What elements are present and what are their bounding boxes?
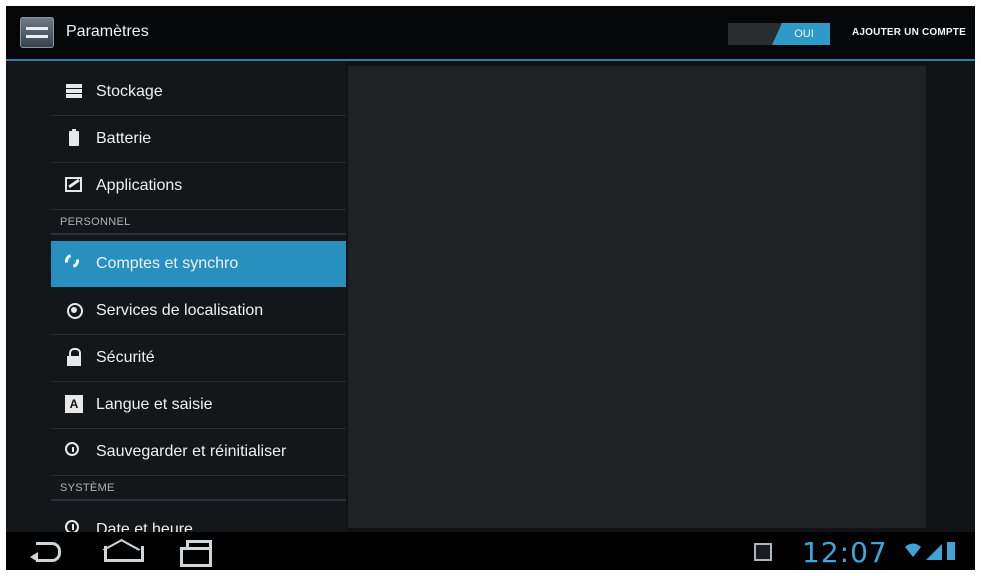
list-item-language[interactable]: A Langue et saisie xyxy=(51,382,346,429)
gallery-notification-icon[interactable] xyxy=(754,543,772,561)
list-item-label: Sécurité xyxy=(96,349,155,366)
wifi-icon xyxy=(905,543,921,557)
list-item-storage[interactable]: Stockage xyxy=(51,69,346,116)
recent-apps-button[interactable] xyxy=(180,540,212,567)
right-gutter xyxy=(929,61,975,532)
sync-icon xyxy=(62,251,82,271)
back-button[interactable] xyxy=(30,540,62,562)
add-account-button[interactable]: AJOUTER UN COMPTE xyxy=(852,27,966,38)
list-item-label: Langue et saisie xyxy=(96,396,213,413)
section-header-system: SYSTÈME xyxy=(60,482,115,494)
list-item-label: Sauvegarder et réinitialiser xyxy=(96,443,287,460)
battery-status-icon xyxy=(947,542,955,560)
status-clock[interactable]: 12:07 xyxy=(802,536,888,569)
backup-restore-icon xyxy=(65,442,79,456)
list-item-backup-reset[interactable]: Sauvegarder et réinitialiser xyxy=(51,429,346,476)
storage-icon xyxy=(65,82,83,100)
sync-toggle[interactable]: OUI xyxy=(728,23,830,45)
language-icon: A xyxy=(65,395,83,413)
home-button[interactable] xyxy=(102,538,144,562)
list-item-accounts-sync[interactable]: Comptes et synchro xyxy=(51,241,346,287)
system-nav-bar: 12:07 xyxy=(6,532,975,570)
list-item-label: Services de localisation xyxy=(96,302,264,319)
list-item-label: Applications xyxy=(96,177,183,194)
detail-pane xyxy=(348,66,926,528)
action-bar: Paramètres OUI AJOUTER UN COMPTE xyxy=(6,6,975,61)
screen: Paramètres OUI AJOUTER UN COMPTE Stockag… xyxy=(6,6,975,570)
divider xyxy=(51,499,346,501)
list-item-label: Batterie xyxy=(96,130,152,147)
list-item-location[interactable]: Services de localisation xyxy=(51,288,346,335)
settings-list: Stockage Batterie Applications PERSONNEL… xyxy=(6,61,346,554)
list-item-applications[interactable]: Applications xyxy=(51,163,346,210)
applications-icon xyxy=(65,176,83,194)
lock-icon xyxy=(65,348,83,366)
location-icon xyxy=(65,301,83,319)
settings-app-icon[interactable] xyxy=(20,17,54,48)
list-item-label: Comptes et synchro xyxy=(96,255,239,272)
section-header-personal: PERSONNEL xyxy=(60,216,131,228)
page-title: Paramètres xyxy=(66,23,149,40)
list-item-label: Stockage xyxy=(96,83,163,100)
battery-icon xyxy=(65,129,83,147)
signal-icon xyxy=(926,544,942,560)
toggle-on-label: OUI xyxy=(772,23,830,45)
list-item-security[interactable]: Sécurité xyxy=(51,335,346,382)
list-item-battery[interactable]: Batterie xyxy=(51,116,346,163)
divider xyxy=(51,233,346,235)
